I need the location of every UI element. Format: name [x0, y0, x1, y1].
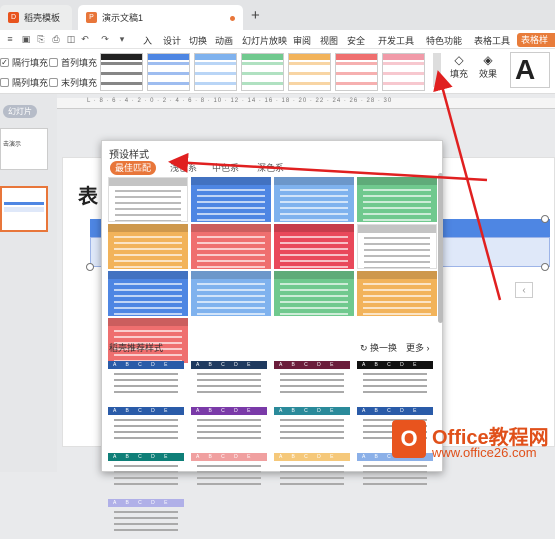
recommended-style-tile[interactable]: A B C D E: [108, 499, 184, 539]
office-logo-icon: O: [392, 420, 426, 458]
arrow-to-best-match: [168, 152, 488, 182]
arrow-to-gallery: [433, 70, 502, 301]
annotation-arrows: [168, 70, 502, 301]
watermark-site: www.office26.com: [432, 445, 537, 460]
